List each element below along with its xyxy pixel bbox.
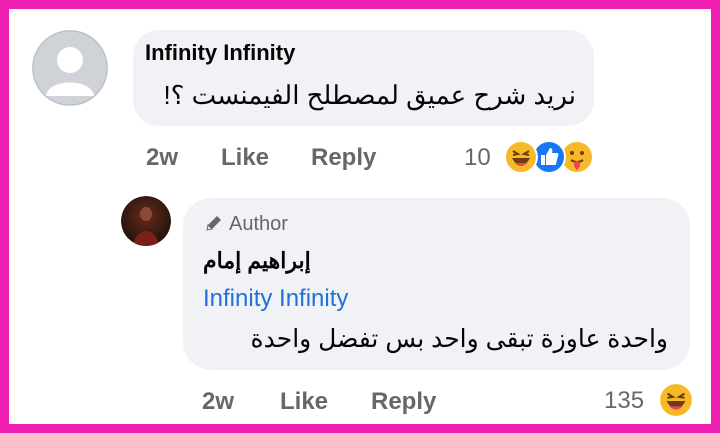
- comment-like-button[interactable]: Like: [221, 144, 269, 172]
- reply-mention[interactable]: Infinity Infinity: [203, 285, 348, 313]
- reply-author-name[interactable]: إبراهيم إمام: [203, 248, 311, 274]
- comment-reaction-count: 10: [464, 144, 491, 171]
- reply-bubble: Author إبراهيم إمام Infinity Infinity وا…: [183, 198, 690, 370]
- pencil-icon: [206, 216, 221, 231]
- haha-reaction-icon: [658, 382, 694, 418]
- reply-reply-button[interactable]: Reply: [371, 388, 436, 416]
- author-avatar[interactable]: [121, 196, 171, 246]
- default-avatar-icon: [32, 30, 108, 106]
- commenter-avatar[interactable]: [32, 30, 108, 106]
- author-badge: Author: [205, 213, 288, 236]
- reply-reactions[interactable]: 135: [604, 382, 696, 418]
- commenter-name[interactable]: Infinity Infinity: [145, 40, 295, 66]
- reply-reaction-count: 135: [604, 387, 645, 414]
- comment-reply-button[interactable]: Reply: [311, 144, 376, 172]
- comment-reactions[interactable]: 10: [464, 140, 604, 174]
- author-photo-icon: [121, 196, 171, 246]
- comment-timestamp[interactable]: 2w: [146, 144, 178, 172]
- reply-text: واحدة عاوزة تبقى واحد بس تفضل واحدة: [250, 325, 668, 353]
- reply-timestamp[interactable]: 2w: [202, 388, 234, 416]
- comment-bubble: Infinity Infinity نريد شرح عميق لمصطلح ا…: [133, 30, 594, 126]
- author-badge-label: Author: [229, 213, 288, 235]
- comment-actions: 2w Like Reply: [0, 144, 720, 174]
- comment-text: نريد شرح عميق لمصطلح الفيمنست ؟!: [163, 80, 576, 110]
- reply-like-button[interactable]: Like: [280, 388, 328, 416]
- haha-reaction-icon: [504, 140, 538, 174]
